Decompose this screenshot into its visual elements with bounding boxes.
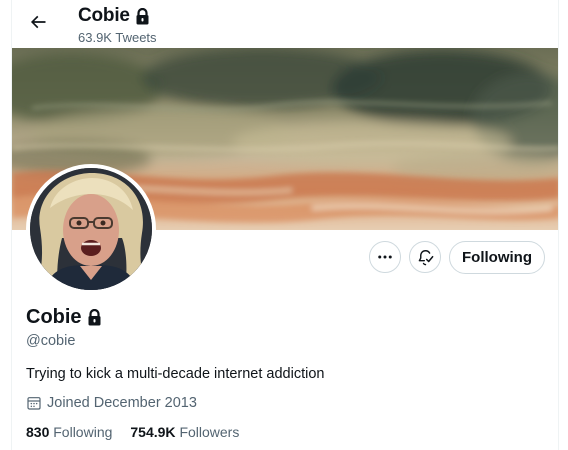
following-button[interactable]: Following [449,241,545,274]
more-options-button[interactable] [369,241,401,273]
header-name-text: Cobie [78,5,130,26]
follow-stats: 830 Following 754.9K Followers [26,424,239,440]
notifications-button[interactable] [409,241,441,273]
back-button[interactable] [24,8,52,36]
profile-bio: Trying to kick a multi-decade internet a… [26,366,325,382]
avatar[interactable] [26,164,156,294]
lock-icon [136,7,149,24]
profile-display-name: Cobie [26,306,102,329]
following-stat-link[interactable]: 830 Following [26,424,112,440]
followers-label: Followers [179,424,240,440]
joined-text: Joined December 2013 [47,395,197,411]
followers-count: 754.9K [130,424,176,440]
following-label: Following [53,424,113,440]
followers-stat-link[interactable]: 754.9K Followers [130,424,239,440]
profile-page: Cobie 63.9K Tweets Following Cobie @cobi… [11,0,559,450]
joined-date: Joined December 2013 [26,395,197,411]
arrow-left-icon [30,15,46,29]
display-name-text: Cobie [26,306,82,328]
lock-icon [88,309,101,326]
more-horizontal-icon [378,255,392,259]
bell-check-icon [418,249,433,265]
following-count: 830 [26,424,50,440]
profile-header: Cobie 63.9K Tweets [12,0,558,48]
profile-handle: @cobie [26,333,76,349]
tweet-count: 63.9K Tweets [78,30,157,45]
header-title: Cobie [78,5,150,27]
calendar-icon [27,397,41,410]
